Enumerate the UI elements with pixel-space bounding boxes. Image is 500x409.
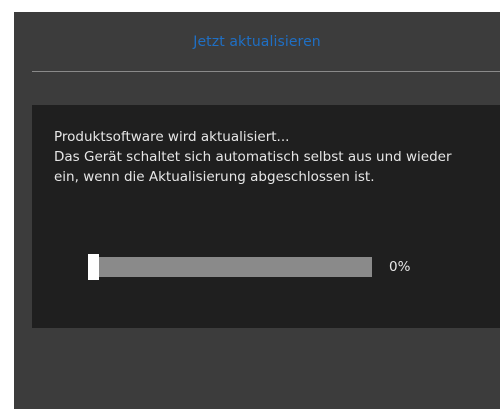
- message-line-3: ein, wenn die Aktualisierung abgeschloss…: [54, 169, 375, 185]
- title-divider: [32, 71, 500, 72]
- progress-percentage: 0%: [389, 259, 411, 275]
- progress-indicator: [88, 254, 99, 280]
- progress-bar: [88, 254, 372, 280]
- update-dialog: Produktsoftware wird aktualisiert... Das…: [32, 105, 500, 328]
- page-title: Jetzt aktualisieren: [193, 34, 321, 50]
- message-line-2: Das Gerät schaltet sich automatisch selb…: [54, 149, 452, 165]
- update-screen: Jetzt aktualisieren Produktsoftware wird…: [14, 12, 500, 409]
- message-line-1: Produktsoftware wird aktualisiert...: [54, 129, 290, 145]
- update-message: Produktsoftware wird aktualisiert... Das…: [54, 127, 494, 187]
